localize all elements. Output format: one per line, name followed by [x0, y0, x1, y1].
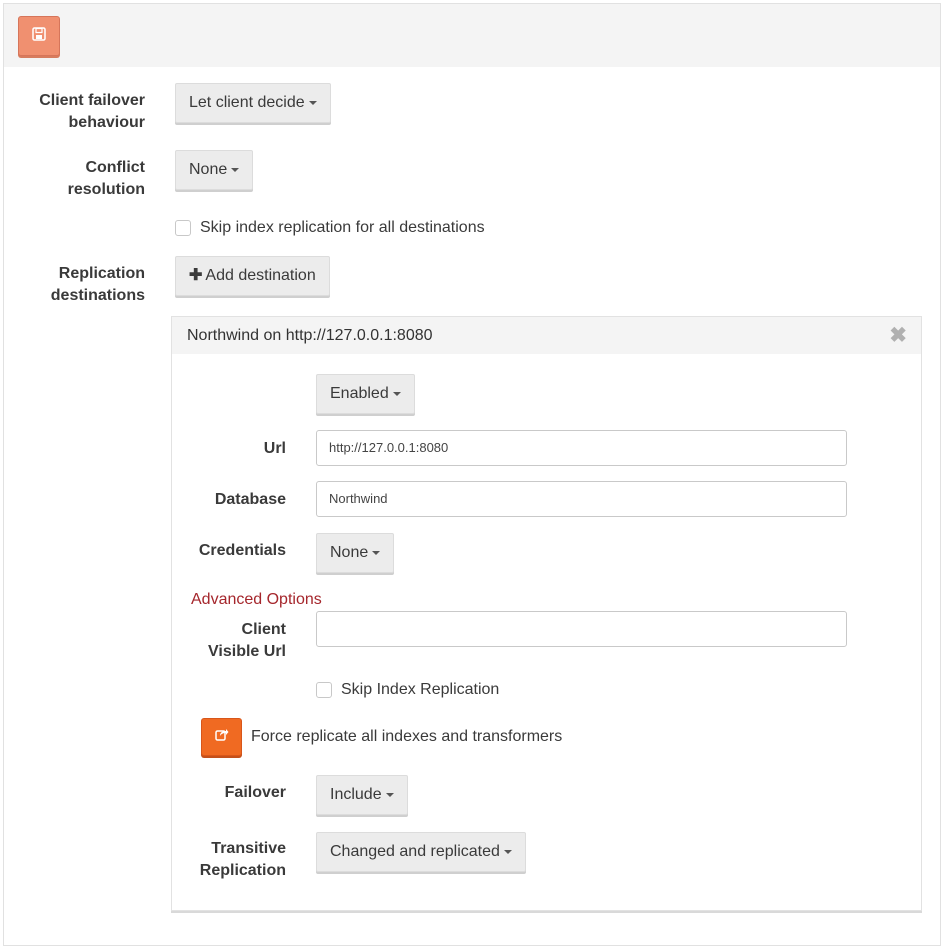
caret-down-icon — [392, 391, 401, 396]
transitive-replication-label: Transitive Replication — [199, 840, 286, 879]
url-label: Url — [263, 440, 286, 457]
save-button[interactable] — [18, 16, 60, 56]
failover-dropdown[interactable]: Include — [316, 775, 408, 815]
advanced-options-link[interactable]: Advanced Options — [191, 591, 322, 609]
add-destination-button[interactable]: ✚ Add destination — [175, 256, 330, 296]
caret-down-icon — [308, 100, 317, 105]
url-input[interactable]: http://127.0.0.1:8080 — [316, 430, 847, 466]
skip-index-replication-checkbox[interactable] — [316, 682, 332, 698]
share-icon — [214, 728, 229, 746]
caret-down-icon — [231, 167, 240, 172]
force-replicate-label: Force replicate all indexes and transfor… — [251, 728, 563, 745]
replication-destinations-label: Replication destinations — [50, 265, 145, 304]
client-failover-label: Client failover behaviour — [39, 92, 145, 131]
database-input[interactable]: Northwind — [316, 481, 847, 517]
client-visible-url-label: Client Visible Url — [208, 621, 286, 660]
destination-status-dropdown[interactable]: Enabled — [316, 374, 415, 414]
credentials-dropdown[interactable]: None — [316, 533, 395, 573]
credentials-label: Credentials — [198, 542, 286, 559]
caret-down-icon — [503, 849, 512, 854]
destination-title: Northwind on http://127.0.0.1:8080 — [187, 327, 433, 344]
floppy-disk-icon — [32, 26, 46, 46]
toolbar — [4, 4, 940, 67]
database-label: Database — [214, 491, 286, 508]
skip-index-all-checkbox[interactable] — [175, 220, 191, 236]
skip-index-replication-label: Skip Index Replication — [341, 681, 500, 698]
skip-index-replication-row: Skip Index Replication — [316, 681, 499, 699]
destination-header: Northwind on http://127.0.0.1:8080 ✖ — [172, 317, 921, 354]
caret-down-icon — [385, 792, 394, 797]
close-icon[interactable]: ✖ — [889, 325, 907, 346]
client-visible-url-input[interactable] — [316, 611, 847, 647]
failover-label: Failover — [224, 784, 286, 801]
conflict-resolution-dropdown[interactable]: None — [175, 150, 254, 190]
client-failover-dropdown[interactable]: Let client decide — [175, 83, 331, 123]
transitive-replication-dropdown[interactable]: Changed and replicated — [316, 832, 526, 872]
caret-down-icon — [372, 550, 381, 555]
plus-icon: ✚ — [189, 267, 203, 284]
conflict-resolution-label: Conflict resolution — [67, 159, 145, 198]
skip-index-all-label: Skip index replication for all destinati… — [200, 219, 485, 236]
force-replicate-button[interactable] — [201, 718, 242, 756]
skip-index-all-row: Skip index replication for all destinati… — [175, 219, 485, 237]
